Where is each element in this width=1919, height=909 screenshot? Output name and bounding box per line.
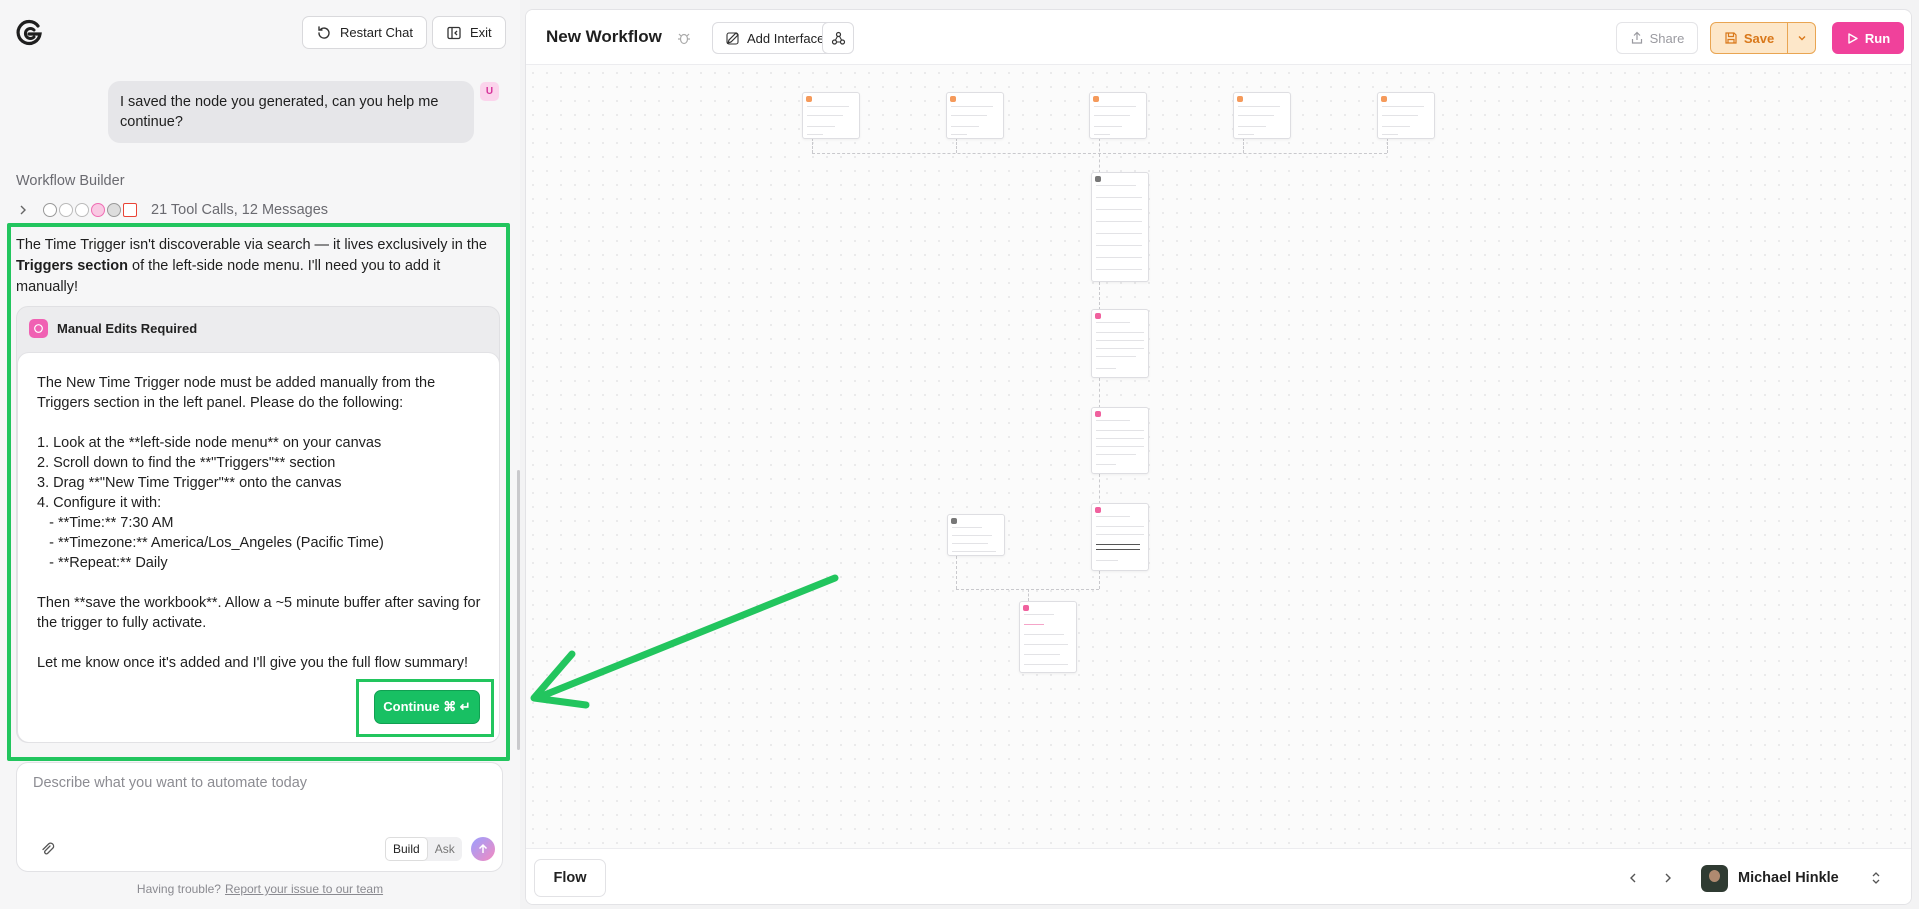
- workflow-node[interactable]: [1091, 503, 1149, 571]
- add-interface-label: Add Interface: [747, 30, 825, 46]
- tool-icon: [107, 203, 121, 217]
- flow-canvas[interactable]: [526, 66, 1911, 848]
- exit-button[interactable]: Exit: [432, 16, 506, 49]
- chevron-down-icon: [1798, 36, 1805, 41]
- mode-toggle: Build Ask: [385, 837, 462, 861]
- workflow-title[interactable]: New Workflow: [546, 27, 662, 47]
- connector: [1243, 138, 1244, 153]
- chat-composer: Build Ask: [16, 762, 503, 872]
- run-label: Run: [1864, 30, 1891, 46]
- assistant-text-a: The Time Trigger isn't discoverable via …: [16, 237, 487, 253]
- chevron-left-icon[interactable]: [1626, 871, 1640, 885]
- manual-edits-card: Manual Edits Required The New Time Trigg…: [16, 306, 500, 743]
- save-options-button[interactable]: [1787, 22, 1816, 54]
- logo-icon[interactable]: [14, 18, 44, 48]
- restart-chat-button[interactable]: Restart Chat: [302, 16, 427, 49]
- save-label: Save: [1743, 30, 1775, 46]
- card-header: Manual Edits Required: [29, 319, 197, 338]
- send-button[interactable]: [471, 837, 495, 861]
- workflow-toolbar: New Workflow Add Interface Share Save Ru…: [526, 10, 1911, 65]
- continue-button[interactable]: Continue ⌘ ↵: [374, 690, 480, 724]
- tool-icon: [75, 203, 89, 217]
- bug-icon[interactable]: [676, 30, 692, 46]
- connector: [1387, 138, 1388, 153]
- connector: [812, 153, 1387, 154]
- connector: [956, 138, 957, 153]
- connector: [1099, 474, 1100, 504]
- manual-edit-icon: [29, 319, 48, 338]
- bottom-bar: Flow Michael Hinkle: [526, 848, 1911, 904]
- workflow-node[interactable]: [947, 514, 1005, 556]
- connector: [812, 138, 813, 153]
- share-button[interactable]: Share: [1616, 22, 1698, 54]
- exit-label: Exit: [470, 25, 492, 40]
- arrow-annotation: [530, 574, 839, 709]
- play-icon: [1848, 32, 1858, 44]
- user-message: I saved the node you generated, can you …: [108, 81, 474, 143]
- connector: [1099, 378, 1100, 408]
- help-text: Having trouble?: [136, 882, 221, 896]
- card-instructions: The New Time Trigger node must be added …: [37, 375, 481, 671]
- gmail-icon: [123, 203, 137, 217]
- canvas-panel: New Workflow Add Interface Share Save Ru…: [525, 9, 1912, 905]
- assistant-message: The Time Trigger isn't discoverable via …: [16, 235, 496, 298]
- prompt-input[interactable]: [33, 775, 483, 823]
- connector: [956, 556, 957, 589]
- user-name: Michael Hinkle: [1738, 870, 1839, 886]
- connector: [1099, 571, 1100, 589]
- workflow-node[interactable]: [802, 92, 860, 139]
- connector: [1099, 282, 1100, 310]
- workflow-node[interactable]: [1377, 92, 1435, 139]
- run-button[interactable]: Run: [1832, 22, 1904, 54]
- restart-chat-label: Restart Chat: [340, 25, 413, 40]
- tool-summary: 21 Tool Calls, 12 Messages: [151, 202, 329, 218]
- tool-icon: [91, 203, 105, 217]
- workflow-node[interactable]: [1089, 92, 1147, 139]
- workflow-node[interactable]: [946, 92, 1004, 139]
- chevron-right-icon[interactable]: [1661, 871, 1675, 885]
- restart-icon: [318, 25, 330, 39]
- exit-icon: [447, 26, 461, 39]
- add-interface-button[interactable]: Add Interface: [712, 22, 838, 54]
- workflow-builder-title: Workflow Builder: [16, 173, 125, 189]
- mode-ask[interactable]: Ask: [428, 838, 462, 860]
- share-icon: [1631, 31, 1642, 44]
- connector: [1099, 138, 1100, 173]
- updown-icon: [1872, 872, 1880, 884]
- send-icon: [478, 843, 488, 853]
- assistant-text-bold: Triggers section: [16, 258, 129, 274]
- mode-build[interactable]: Build: [385, 837, 428, 861]
- tab-flow[interactable]: Flow: [534, 859, 606, 897]
- card-title: Manual Edits Required: [57, 321, 198, 336]
- tool-icons: [43, 203, 137, 217]
- tool-icon: [43, 203, 57, 217]
- avatar: [1701, 864, 1728, 892]
- save-button[interactable]: Save: [1710, 22, 1788, 54]
- tool-calls-toggle[interactable]: 21 Tool Calls, 12 Messages: [16, 202, 328, 218]
- workflow-node[interactable]: [1091, 309, 1149, 378]
- tool-icon: [59, 203, 73, 217]
- paperclip-icon[interactable]: [39, 841, 55, 857]
- user-avatar: U: [480, 82, 499, 101]
- workflow-node[interactable]: [1091, 407, 1149, 474]
- help-footer: Having trouble? Report your issue to our …: [0, 882, 520, 896]
- user-menu[interactable]: Michael Hinkle: [1701, 859, 1883, 897]
- add-interface-icon: [726, 31, 739, 45]
- share-label: Share: [1649, 30, 1685, 46]
- webhook-button[interactable]: [822, 22, 854, 54]
- webhook-icon: [831, 31, 845, 45]
- chat-panel: Restart Chat Exit I saved the node you g…: [0, 0, 520, 909]
- save-icon: [1725, 32, 1737, 44]
- workflow-node[interactable]: [1233, 92, 1291, 139]
- chevron-right-icon: [20, 205, 26, 215]
- connector: [1028, 589, 1029, 601]
- workflow-node[interactable]: [1091, 172, 1149, 282]
- report-issue-link[interactable]: Report your issue to our team: [225, 882, 383, 896]
- workflow-node[interactable]: [1019, 601, 1077, 673]
